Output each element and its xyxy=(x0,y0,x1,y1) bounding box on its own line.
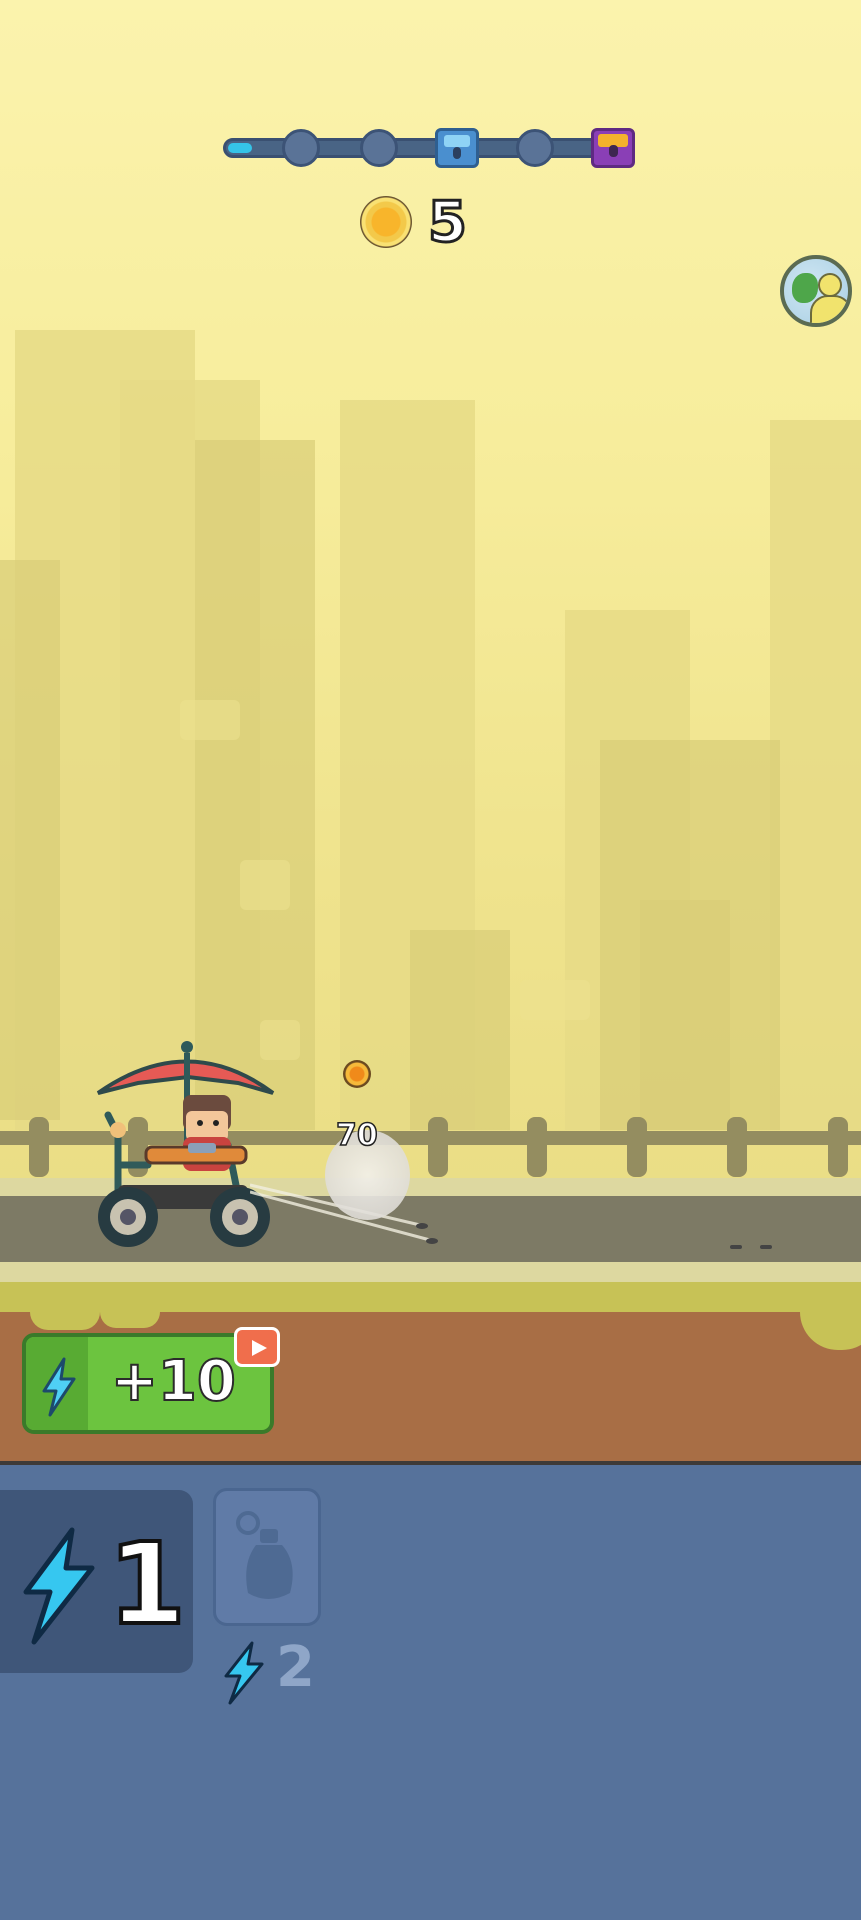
debris xyxy=(730,1245,742,1249)
globe-friends-button[interactable] xyxy=(780,255,852,327)
debris xyxy=(760,1245,772,1249)
progress-node xyxy=(360,129,398,167)
fence-post xyxy=(527,1117,547,1177)
fence-post xyxy=(29,1117,49,1177)
level-progress-fill xyxy=(228,143,252,153)
progress-node xyxy=(516,129,554,167)
coin-icon xyxy=(360,196,412,248)
damage-number: 70 xyxy=(335,1117,378,1154)
fence-post xyxy=(828,1117,848,1177)
grenade-ability-button[interactable] xyxy=(213,1488,321,1626)
floating-coin-icon xyxy=(343,1060,371,1088)
fence-post xyxy=(727,1117,747,1177)
fence-post xyxy=(627,1117,647,1177)
lightning-icon xyxy=(42,1357,76,1417)
road-curb-bottom xyxy=(0,1262,861,1282)
progress-node xyxy=(282,129,320,167)
lightning-icon xyxy=(224,1641,264,1705)
blue-chest-icon xyxy=(435,128,479,168)
grenade-energy-cost: 2 xyxy=(276,1635,315,1700)
game-scene: 5 70 xyxy=(0,0,861,1465)
video-ad-icon xyxy=(234,1327,280,1367)
boost-amount-label: +10 xyxy=(110,1348,237,1415)
gold-chest-icon xyxy=(591,128,635,168)
grass-strip xyxy=(0,1282,861,1312)
globe-icon xyxy=(792,273,818,303)
grenade-icon xyxy=(236,1511,293,1599)
lightning-icon xyxy=(23,1527,95,1645)
coin-count: 5 xyxy=(427,189,469,257)
fence-post xyxy=(428,1117,448,1177)
energy-count: 1 xyxy=(106,1518,188,1652)
ground-divider xyxy=(0,1461,861,1465)
person-icon xyxy=(818,273,842,297)
